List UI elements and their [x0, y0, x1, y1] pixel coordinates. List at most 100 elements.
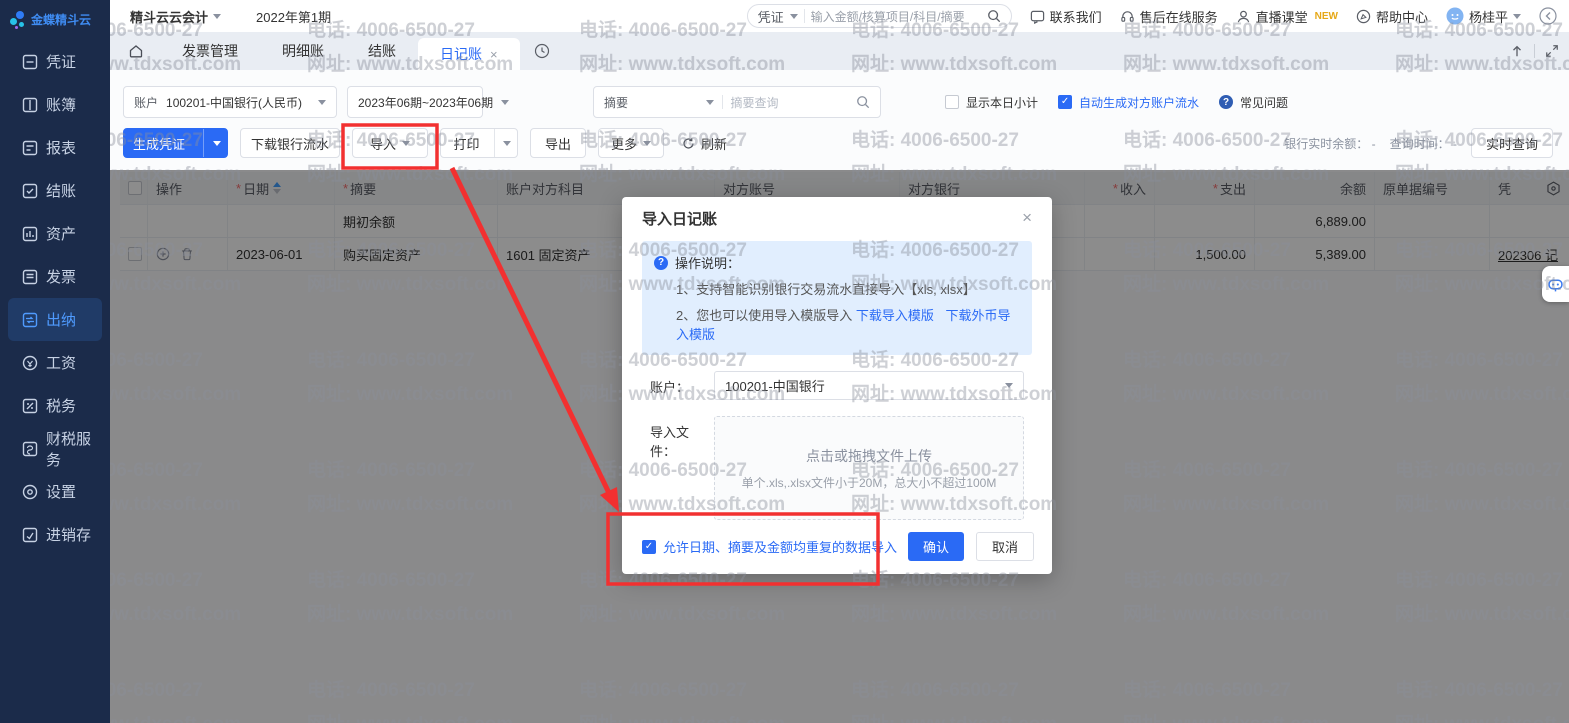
- dropzone-hint: 单个.xls,.xlsx文件小于20M，总大小不超过100M: [742, 474, 997, 491]
- auto-generate-label: 自动生成对方账户流水: [1079, 94, 1199, 111]
- contact-us-link[interactable]: 联系我们: [1030, 7, 1102, 26]
- sidebar-item-voucher[interactable]: 凭证: [8, 40, 102, 83]
- tax-icon: [22, 398, 38, 414]
- fullscreen-icon[interactable]: [1545, 44, 1559, 58]
- tab-invoice-management[interactable]: 发票管理: [160, 41, 260, 61]
- help-center-link[interactable]: 帮助中心: [1356, 7, 1428, 26]
- sidebar-item-label: 结账: [46, 180, 76, 201]
- payroll-icon: [22, 355, 38, 371]
- checkbox-checked-icon[interactable]: ✓: [642, 540, 656, 554]
- collapse-icon[interactable]: [1539, 7, 1557, 25]
- tab-journal[interactable]: 日记账 ×: [418, 38, 520, 70]
- summary-search[interactable]: 摘要 摘要查询: [593, 86, 881, 118]
- file-field-label: 导入文件：: [650, 416, 714, 460]
- voucher-icon: [22, 54, 38, 70]
- refresh-button[interactable]: 刷新: [676, 128, 733, 158]
- tab-journal-label: 日记账: [440, 44, 482, 64]
- summary-scope-select[interactable]: 摘要: [604, 94, 628, 111]
- avatar: [1446, 7, 1464, 25]
- generate-voucher-button[interactable]: 生成凭证: [123, 128, 228, 158]
- confirm-button[interactable]: 确认: [908, 532, 964, 561]
- print-dropdown[interactable]: [494, 129, 519, 157]
- cancel-button[interactable]: 取消: [976, 532, 1034, 561]
- filter-bar: 账户 100201-中国银行(人民币) 2023年06期~2023年06期 摘要…: [123, 86, 1308, 118]
- tab-detail-ledger[interactable]: 明细账: [260, 41, 346, 61]
- home-icon: [128, 43, 144, 59]
- download-template-link[interactable]: 下载导入模版: [856, 308, 934, 323]
- question-icon: ?: [1219, 95, 1233, 109]
- faq-link[interactable]: ? 常见问题: [1219, 94, 1288, 111]
- account-select-value: 100201-中国银行(人民币): [166, 94, 302, 111]
- dialog-account-select[interactable]: 100201-中国银行: [714, 371, 1024, 400]
- closing-icon: [22, 183, 38, 199]
- search-scope-select[interactable]: 凭证: [758, 7, 784, 26]
- sidebar-item-asset[interactable]: 资产: [8, 212, 102, 255]
- recent-pages-button[interactable]: [520, 43, 564, 59]
- after-sales-service-link[interactable]: 售后在线服务: [1120, 7, 1218, 26]
- search-icon[interactable]: [987, 9, 1001, 23]
- chat-icon: [1030, 9, 1045, 24]
- live-class-link[interactable]: 直播课堂 NEW: [1236, 7, 1338, 26]
- account-field-label: 账户：: [650, 371, 714, 396]
- search-input[interactable]: 输入金额/核算项目/科目/摘要: [811, 8, 981, 25]
- show-daily-subtotal-checkbox[interactable]: 显示本日小计: [945, 94, 1038, 111]
- product-switcher[interactable]: 精斗云云会计: [130, 7, 221, 26]
- sidebar-item-invoice[interactable]: 发票: [8, 255, 102, 298]
- realtime-query-button[interactable]: 实时查询: [1471, 128, 1553, 158]
- tab-closing[interactable]: 结账: [346, 41, 418, 61]
- checkbox-unchecked-icon[interactable]: [945, 95, 959, 109]
- checkbox-checked-icon[interactable]: ✓: [1058, 95, 1072, 109]
- chevron-down-icon: [1513, 14, 1521, 19]
- sidebar-item-closing[interactable]: 结账: [8, 169, 102, 212]
- instruction-line-2: 2、您也可以使用导入模版导入 下载导入模版 下载外币导入模版: [676, 305, 1018, 343]
- global-search[interactable]: 凭证 输入金额/核算项目/科目/摘要: [747, 4, 1012, 28]
- user-menu[interactable]: 杨桂平: [1446, 7, 1521, 26]
- assistant-float-button[interactable]: [1542, 266, 1569, 302]
- auto-generate-checkbox[interactable]: ✓ 自动生成对方账户流水: [1058, 94, 1199, 111]
- topbar-right: 凭证 输入金额/核算项目/科目/摘要 联系我们 售后在线服务 直播课堂: [747, 4, 1569, 28]
- export-button[interactable]: 导出: [530, 128, 586, 158]
- toolbar: 生成凭证 下载银行流水 导入 打印 导出 更多: [123, 128, 1553, 158]
- asset-icon: [22, 226, 38, 242]
- import-button[interactable]: 导入: [352, 128, 428, 158]
- more-label: 更多: [611, 134, 637, 153]
- sidebar-item-report[interactable]: 报表: [8, 126, 102, 169]
- print-button[interactable]: 打印: [440, 128, 518, 158]
- inventory-icon: [22, 527, 38, 543]
- close-icon[interactable]: ×: [1022, 208, 1032, 228]
- sidebar-item-label: 账簿: [46, 94, 76, 115]
- summary-search-input[interactable]: 摘要查询: [731, 94, 779, 111]
- scroll-top-icon[interactable]: [1510, 44, 1524, 58]
- account-select-label: 账户: [134, 94, 158, 111]
- generate-voucher-dropdown[interactable]: [203, 129, 230, 157]
- sidebar-item-finance-service[interactable]: 财税服务: [8, 427, 102, 470]
- close-tab-icon[interactable]: ×: [490, 47, 498, 62]
- generate-voucher-label: 生成凭证: [121, 129, 197, 157]
- chevron-down-icon: [1005, 383, 1013, 388]
- allow-duplicate-checkbox[interactable]: ✓ 允许日期、摘要及金额均重复的数据导入: [642, 537, 897, 556]
- download-bank-flow-button[interactable]: 下载银行流水: [240, 128, 340, 158]
- sidebar-item-tax[interactable]: 税务: [8, 384, 102, 427]
- sidebar-item-settings[interactable]: 设置: [8, 470, 102, 513]
- cashier-icon: [22, 312, 38, 328]
- sidebar-item-label: 凭证: [46, 51, 76, 72]
- sidebar-item-payroll[interactable]: 工资: [8, 341, 102, 384]
- period-range-select[interactable]: 2023年06期~2023年06期: [347, 86, 483, 118]
- sidebar-item-cashier[interactable]: 出纳: [8, 298, 102, 341]
- sidebar-item-inventory[interactable]: 进销存: [8, 513, 102, 556]
- account-select[interactable]: 账户 100201-中国银行(人民币): [123, 86, 337, 118]
- more-button[interactable]: 更多: [598, 128, 664, 158]
- product-name: 精斗云云会计: [130, 7, 208, 26]
- tab-home[interactable]: [110, 43, 160, 59]
- settings-icon: [22, 484, 38, 500]
- file-dropzone[interactable]: 点击或拖拽文件上传 单个.xls,.xlsx文件小于20M，总大小不超过100M: [714, 416, 1024, 520]
- sidebar-nav: 凭证 账簿 报表 结账 资产 发票: [0, 32, 110, 556]
- app-window: 金蝶精斗云 凭证 账簿 报表 结账 资产: [0, 0, 1569, 723]
- chevron-down-icon: [706, 100, 714, 105]
- sidebar-item-ledger[interactable]: 账簿: [8, 83, 102, 126]
- dialog-footer: ✓ 允许日期、摘要及金额均重复的数据导入 确认 取消: [642, 532, 1034, 561]
- invoice-icon: [22, 269, 38, 285]
- live-class-label: 直播课堂: [1256, 7, 1308, 26]
- search-icon[interactable]: [856, 95, 870, 109]
- sidebar-item-label: 发票: [46, 266, 76, 287]
